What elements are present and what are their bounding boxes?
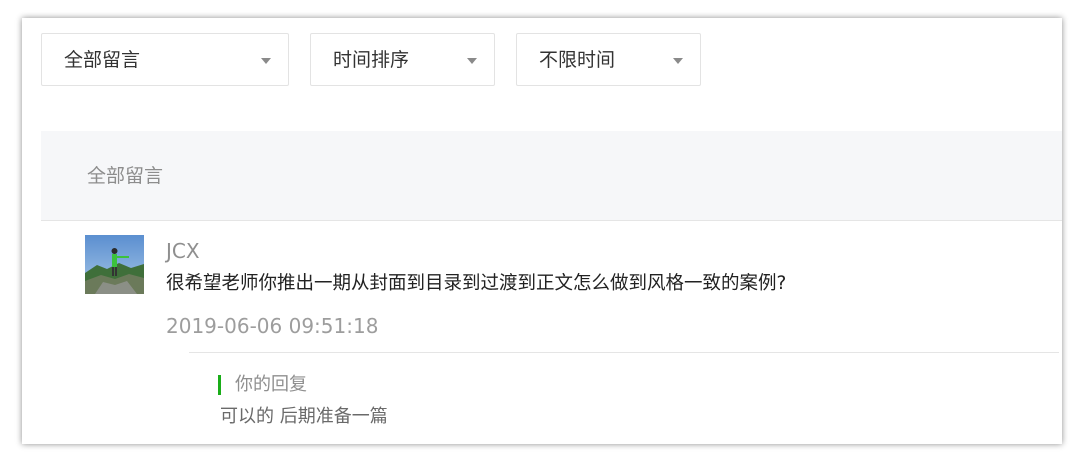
reply-accent-bar [218,375,221,395]
sort-order-value: 时间排序 [333,49,410,71]
reply-divider [189,352,1059,353]
comment-text: 很希望老师你推出一期从封面到目录到过渡到正文怎么做到风格一致的案例? [166,273,787,294]
avatar[interactable] [85,235,144,294]
comment-type-value: 全部留言 [64,49,141,71]
comments-panel: 全部留言 时间排序 不限时间 全部留言 JCX 很希望老师你推出一期从封面到目录… [22,18,1062,444]
comment-author: JCX [166,239,200,263]
time-range-value: 不限时间 [539,49,616,71]
comment-type-dropdown[interactable]: 全部留言 [41,33,289,86]
caret-down-icon [673,58,683,64]
time-range-dropdown[interactable]: 不限时间 [516,33,701,86]
comments-section-header: 全部留言 [41,131,1062,221]
reply-label: 你的回复 [235,374,307,395]
reply-text: 可以的 后期准备一篇 [220,406,388,427]
caret-down-icon [467,58,477,64]
comment-item: JCX 很希望老师你推出一期从封面到目录到过渡到正文怎么做到风格一致的案例? 2… [85,235,1059,435]
comment-timestamp: 2019-06-06 09:51:18 [166,314,379,338]
sort-order-dropdown[interactable]: 时间排序 [310,33,495,86]
caret-down-icon [261,58,271,64]
avatar-image [85,235,144,294]
section-title: 全部留言 [87,165,164,187]
